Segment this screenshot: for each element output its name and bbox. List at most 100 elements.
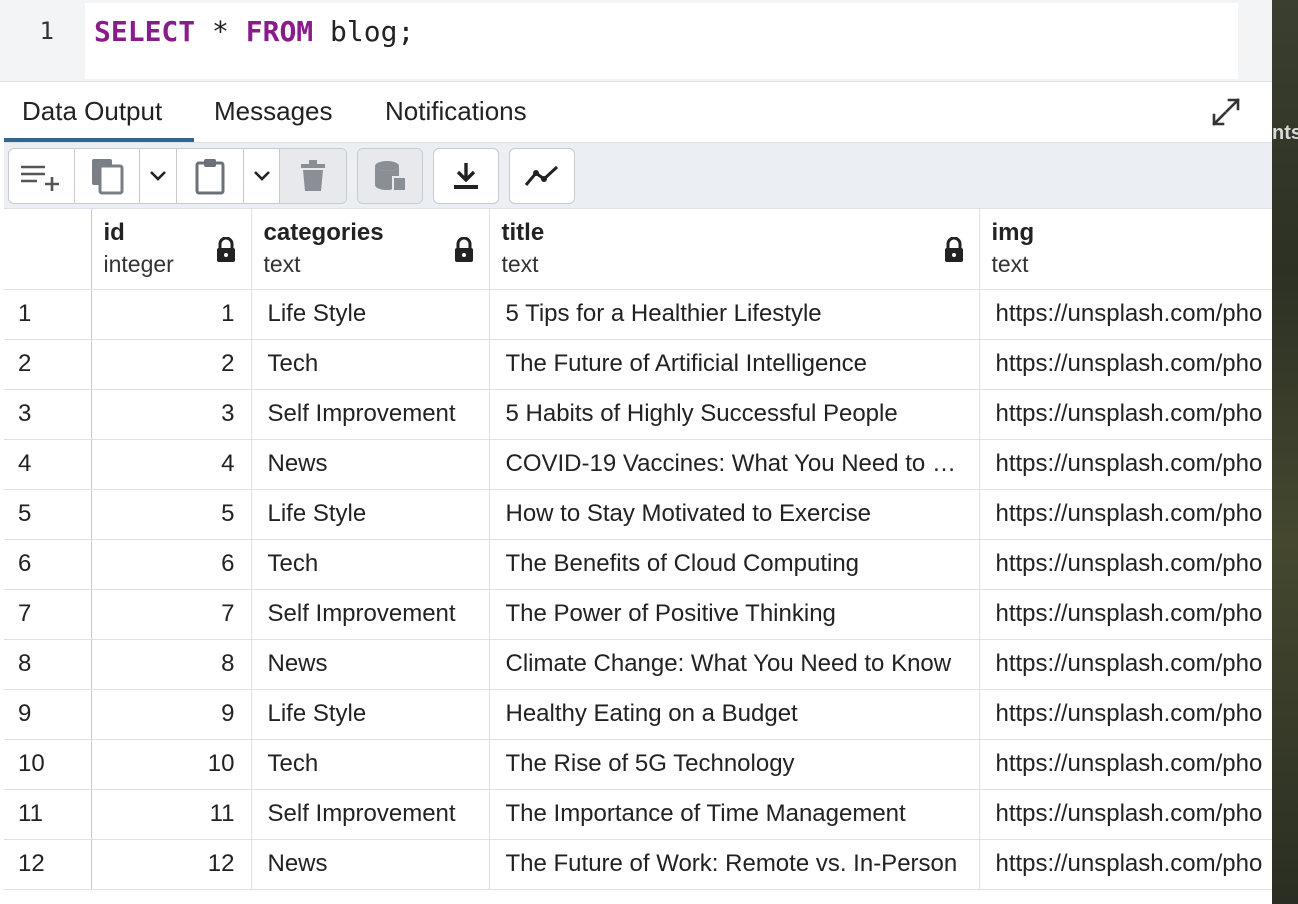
row-number-cell[interactable]: 8	[4, 639, 92, 690]
column-type: text	[263, 251, 301, 277]
delete-button[interactable]	[280, 149, 346, 203]
cell-title[interactable]: Climate Change: What You Need to Know	[489, 639, 980, 690]
cell-id[interactable]: 12	[91, 839, 252, 890]
cell-categories[interactable]: Self Improvement	[251, 389, 490, 440]
code-line[interactable]: SELECT * FROM blog;	[94, 15, 414, 48]
cell-categories[interactable]: Tech	[251, 339, 490, 390]
table-row[interactable]: 12 12 News The Future of Work: Remote vs. I…	[4, 839, 1272, 890]
table-row[interactable]: 1 1 Life Style 5 Tips for a Healthier Lifes…	[4, 289, 1272, 340]
tab-data-output[interactable]: Data Output	[4, 83, 194, 142]
add-row-button[interactable]	[9, 149, 75, 203]
table-row[interactable]: 11 11 Self Improvement The Importance of Ti…	[4, 789, 1272, 840]
table-row[interactable]: 5 5 Life Style How to Stay Motivated to Exe…	[4, 489, 1272, 540]
cell-categories[interactable]: News	[251, 439, 490, 490]
query-editor[interactable]: 1 SELECT * FROM blog;	[0, 0, 1272, 82]
row-number-cell[interactable]: 3	[4, 389, 92, 440]
cell-categories[interactable]: Life Style	[251, 689, 490, 740]
cell-img[interactable]: https://unsplash.com/pho	[979, 789, 1272, 840]
cell-id[interactable]: 4	[91, 439, 252, 490]
cell-img[interactable]: https://unsplash.com/pho	[979, 839, 1272, 890]
cell-img[interactable]: https://unsplash.com/pho	[979, 539, 1272, 590]
table-row[interactable]: 3 3 Self Improvement 5 Habits of Highly Suc…	[4, 389, 1272, 440]
cell-id[interactable]: 9	[91, 689, 252, 740]
table-row[interactable]: 9 9 Life Style Healthy Eating on a Budget ht…	[4, 689, 1272, 740]
cell-img[interactable]: https://unsplash.com/pho	[979, 689, 1272, 740]
cell-title[interactable]: The Rise of 5G Technology	[489, 739, 980, 790]
tab-notifications[interactable]: Notifications	[385, 83, 527, 142]
table-row[interactable]: 4 4 News COVID-19 Vaccines: What You Need t…	[4, 439, 1272, 490]
cell-title[interactable]: The Future of Artificial Intelligence	[489, 339, 980, 390]
data-grid[interactable]: id integer categories text title text im…	[4, 209, 1272, 904]
row-number-cell[interactable]: 9	[4, 689, 92, 740]
table-row[interactable]: 10 10 Tech The Rise of 5G Technology https:/…	[4, 739, 1272, 790]
cell-id[interactable]: 6	[91, 539, 252, 590]
header-row: id integer categories text title text im…	[4, 209, 1272, 290]
column-type: text	[501, 251, 539, 277]
edit-button-group	[8, 148, 347, 204]
cell-title[interactable]: Healthy Eating on a Budget	[489, 689, 980, 740]
cell-img[interactable]: https://unsplash.com/pho	[979, 489, 1272, 540]
row-number-cell[interactable]: 5	[4, 489, 92, 540]
tab-messages[interactable]: Messages	[214, 83, 333, 142]
cell-categories[interactable]: Tech	[251, 739, 490, 790]
cell-img[interactable]: https://unsplash.com/pho	[979, 339, 1272, 390]
cell-img[interactable]: https://unsplash.com/pho	[979, 739, 1272, 790]
column-header-id[interactable]: id integer	[91, 209, 252, 290]
cell-img[interactable]: https://unsplash.com/pho	[979, 439, 1272, 490]
table-row[interactable]: 2 2 Tech The Future of Artificial Intellige…	[4, 339, 1272, 390]
cell-title[interactable]: The Future of Work: Remote vs. In-Person	[489, 839, 980, 890]
row-number-header[interactable]	[4, 209, 92, 290]
row-number-cell[interactable]: 4	[4, 439, 92, 490]
cell-title[interactable]: COVID-19 Vaccines: What You Need to …	[489, 439, 980, 490]
row-number-cell[interactable]: 10	[4, 739, 92, 790]
cell-id[interactable]: 7	[91, 589, 252, 640]
cell-id[interactable]: 2	[91, 339, 252, 390]
cell-img[interactable]: https://unsplash.com/pho	[979, 639, 1272, 690]
expand-icon[interactable]	[1210, 96, 1242, 128]
graph-visualiser-button[interactable]	[510, 149, 574, 203]
row-number-cell[interactable]: 11	[4, 789, 92, 840]
paste-button[interactable]	[177, 149, 244, 203]
download-button[interactable]	[434, 149, 498, 203]
row-number-cell[interactable]: 7	[4, 589, 92, 640]
table-row[interactable]: 6 6 Tech The Benefits of Cloud Computing htt…	[4, 539, 1272, 590]
copy-options-button[interactable]	[140, 149, 177, 203]
cell-title[interactable]: 5 Tips for a Healthier Lifestyle	[489, 289, 980, 340]
cell-categories[interactable]: News	[251, 839, 490, 890]
result-tabs: Data Output Messages Notifications	[4, 83, 1272, 143]
cell-title[interactable]: The Benefits of Cloud Computing	[489, 539, 980, 590]
cell-img[interactable]: https://unsplash.com/pho	[979, 289, 1272, 340]
copy-button[interactable]	[75, 149, 141, 203]
cell-categories[interactable]: Life Style	[251, 489, 490, 540]
cell-id[interactable]: 11	[91, 789, 252, 840]
row-number-cell[interactable]: 12	[4, 839, 92, 890]
cell-img[interactable]: https://unsplash.com/pho	[979, 589, 1272, 640]
cell-id[interactable]: 3	[91, 389, 252, 440]
cell-id[interactable]: 1	[91, 289, 252, 340]
cell-id[interactable]: 5	[91, 489, 252, 540]
cell-categories[interactable]: News	[251, 639, 490, 690]
column-header-title[interactable]: title text	[489, 209, 980, 290]
cell-title[interactable]: The Importance of Time Management	[489, 789, 980, 840]
column-header-img[interactable]: img text	[979, 209, 1272, 290]
cell-title[interactable]: The Power of Positive Thinking	[489, 589, 980, 640]
cell-title[interactable]: 5 Habits of Highly Successful People	[489, 389, 980, 440]
cell-categories[interactable]: Self Improvement	[251, 589, 490, 640]
data-toolbar	[4, 143, 1272, 209]
cell-img[interactable]: https://unsplash.com/pho	[979, 389, 1272, 440]
row-number-cell[interactable]: 2	[4, 339, 92, 390]
row-number-cell[interactable]: 1	[4, 289, 92, 340]
cell-id[interactable]: 8	[91, 639, 252, 690]
paste-options-button[interactable]	[244, 149, 281, 203]
cell-categories[interactable]: Self Improvement	[251, 789, 490, 840]
table-row[interactable]: 7 7 Self Improvement The Power of Positive …	[4, 589, 1272, 640]
cell-id[interactable]: 10	[91, 739, 252, 790]
code-area[interactable]: SELECT * FROM blog;	[85, 3, 1238, 79]
table-row[interactable]: 8 8 News Climate Change: What You Need to K…	[4, 639, 1272, 690]
save-data-button[interactable]	[358, 149, 422, 203]
row-number-cell[interactable]: 6	[4, 539, 92, 590]
column-header-categories[interactable]: categories text	[251, 209, 490, 290]
cell-title[interactable]: How to Stay Motivated to Exercise	[489, 489, 980, 540]
cell-categories[interactable]: Life Style	[251, 289, 490, 340]
cell-categories[interactable]: Tech	[251, 539, 490, 590]
